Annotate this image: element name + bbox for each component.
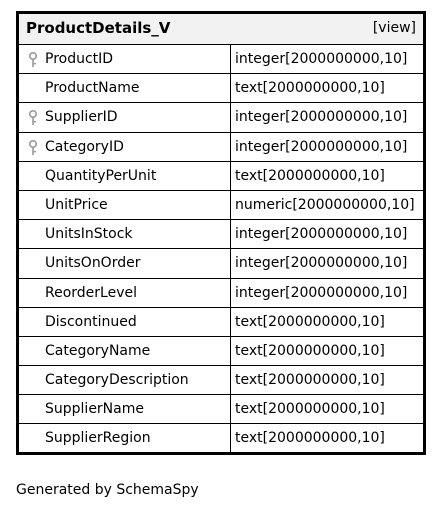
table-row: UnitPrice numeric[2000000000,10]	[19, 191, 423, 221]
column-divider	[230, 45, 231, 452]
column-name: QuantityPerUnit	[45, 167, 157, 184]
column-name: SupplierID	[45, 109, 118, 126]
table-row: ProductName text[2000000000,10]	[19, 74, 423, 104]
column-type: integer[2000000000,10]	[235, 226, 408, 243]
column-name: ProductName	[45, 80, 140, 97]
table-row: UnitsInStock integer[2000000000,10]	[19, 220, 423, 250]
table-header: ProductDetails_V [view]	[19, 14, 423, 45]
table-kind-label: [view]	[372, 20, 416, 36]
table-row: CategoryID integer[2000000000,10]	[19, 133, 423, 162]
table-row: SupplierRegion text[2000000000,10]	[19, 424, 423, 453]
column-type: integer[2000000000,10]	[235, 109, 408, 126]
column-name: SupplierName	[45, 401, 144, 418]
column-name: Discontinued	[45, 313, 137, 330]
table-box: ProductDetails_V [view] ProductID integer…	[16, 11, 426, 455]
column-type: text[2000000000,10]	[235, 401, 385, 418]
column-name: CategoryID	[45, 138, 124, 155]
column-name: ReorderLevel	[45, 284, 137, 301]
key-icon	[28, 51, 38, 68]
column-name: UnitsOnOrder	[45, 255, 141, 272]
footer-text: Generated by SchemaSpy	[16, 482, 199, 498]
column-type: numeric[2000000000,10]	[235, 196, 415, 213]
table-row: ProductID integer[2000000000,10]	[19, 45, 423, 75]
table-row: ReorderLevel integer[2000000000,10]	[19, 279, 423, 308]
column-name: UnitPrice	[45, 196, 108, 213]
table-row: SupplierID integer[2000000000,10]	[19, 103, 423, 133]
table-row: SupplierName text[2000000000,10]	[19, 395, 423, 425]
column-type: text[2000000000,10]	[235, 313, 385, 330]
column-name: SupplierRegion	[45, 430, 151, 447]
table-row: CategoryName text[2000000000,10]	[19, 337, 423, 367]
column-type: text[2000000000,10]	[235, 372, 385, 389]
column-type: integer[2000000000,10]	[235, 284, 408, 301]
column-name: CategoryName	[45, 342, 151, 359]
table-row: UnitsOnOrder integer[2000000000,10]	[19, 249, 423, 279]
key-icon	[28, 110, 38, 126]
column-type: text[2000000000,10]	[235, 80, 385, 97]
table-row: Discontinued text[2000000000,10]	[19, 308, 423, 337]
key-icon	[28, 139, 38, 156]
column-type: integer[2000000000,10]	[235, 255, 408, 272]
column-type: integer[2000000000,10]	[235, 51, 408, 67]
column-list: ProductID integer[2000000000,10] ProductNa…	[19, 45, 423, 454]
table-row: QuantityPerUnit text[2000000000,10]	[19, 162, 423, 191]
table-title: ProductDetails_V	[26, 19, 171, 37]
column-type: text[2000000000,10]	[235, 342, 385, 359]
column-name: ProductID	[45, 51, 114, 67]
column-type: text[2000000000,10]	[235, 167, 385, 184]
column-name: UnitsInStock	[45, 226, 133, 243]
column-name: CategoryDescription	[45, 372, 189, 389]
column-type: text[2000000000,10]	[235, 430, 385, 447]
table-row: CategoryDescription text[2000000000,10]	[19, 366, 423, 396]
column-type: integer[2000000000,10]	[235, 138, 408, 155]
